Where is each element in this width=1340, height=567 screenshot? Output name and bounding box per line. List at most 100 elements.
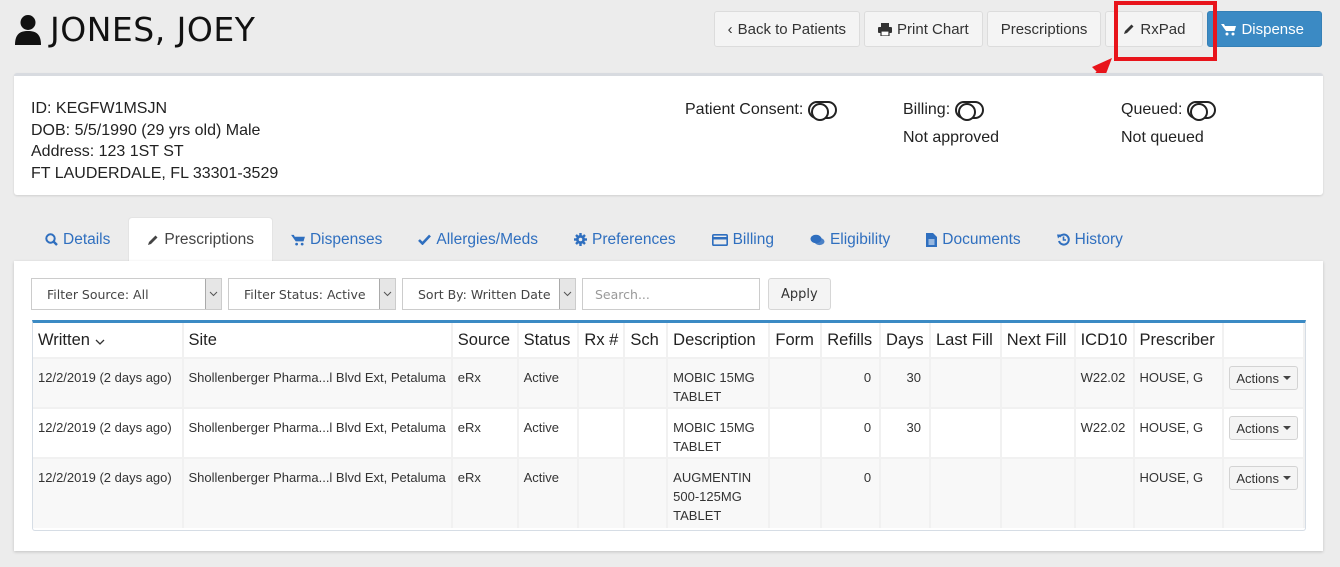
cell-icd10: W22.02 xyxy=(1074,407,1135,458)
cell-days: 30 xyxy=(880,357,931,408)
search-placeholder: Search... xyxy=(595,286,650,302)
cell-refills: 0 xyxy=(821,357,882,408)
column-header-form[interactable]: Form xyxy=(769,323,823,359)
pencil-icon xyxy=(147,234,159,246)
cell-form xyxy=(769,407,823,458)
patient-consent-section: Patient Consent: xyxy=(685,100,838,121)
tab-details-label: Details xyxy=(63,230,111,248)
queued-toggle[interactable] xyxy=(1187,101,1217,121)
cell-status: Active xyxy=(517,357,580,408)
cell-next-fill xyxy=(1000,357,1076,408)
comments-icon xyxy=(810,234,825,246)
billing-label: Billing: xyxy=(903,101,951,118)
search-input[interactable]: Search... xyxy=(582,278,760,310)
tab-allergies-meds[interactable]: Allergies/Meds xyxy=(400,217,556,262)
cell-status: Active xyxy=(517,407,580,458)
queued-label: Queued: xyxy=(1121,101,1183,118)
filter-bar: Filter Source: All Filter Status: Active… xyxy=(31,278,831,310)
tab-preferences-label: Preferences xyxy=(592,230,676,248)
patient-info-card: ID: KEGFW1MSJN DOB: 5/5/1990 (29 yrs old… xyxy=(14,73,1323,195)
cell-status: Active xyxy=(517,457,580,528)
cell-actions: Actions xyxy=(1223,357,1305,408)
column-header-next-fill[interactable]: Next Fill xyxy=(1000,323,1076,359)
cell-site: Shollenberger Pharma...l Blvd Ext, Petal… xyxy=(182,357,453,408)
chevron-down-icon xyxy=(559,279,575,309)
tab-details[interactable]: Details xyxy=(27,217,128,262)
tab-documents[interactable]: Documents xyxy=(908,217,1038,262)
dispense-button[interactable]: Dispense xyxy=(1207,11,1322,47)
tab-prescriptions[interactable]: Prescriptions xyxy=(128,217,273,262)
print-chart-button[interactable]: Print Chart xyxy=(864,11,983,47)
filter-status-select[interactable]: Filter Status: Active xyxy=(228,278,396,310)
sort-by-select[interactable]: Sort By: Written Date xyxy=(402,278,576,310)
cell-days xyxy=(880,457,931,528)
tab-preferences[interactable]: Preferences xyxy=(556,217,694,262)
column-header-last-fill[interactable]: Last Fill xyxy=(930,323,1002,359)
credit-card-icon xyxy=(711,233,728,246)
column-header-prescriber[interactable]: Prescriber xyxy=(1133,323,1225,359)
cell-description: AUGMENTIN 500-125MG TABLET xyxy=(667,457,771,528)
apply-button[interactable]: Apply xyxy=(768,278,831,310)
prescriptions-label: Prescriptions xyxy=(1000,20,1088,38)
filter-source-value: Filter Source: All xyxy=(47,286,149,302)
column-header-refills[interactable]: Refills xyxy=(821,323,882,359)
column-header-description[interactable]: Description xyxy=(667,323,771,359)
print-icon xyxy=(878,22,893,36)
file-icon xyxy=(926,232,938,247)
cell-next-fill xyxy=(1000,457,1076,528)
column-header-actions xyxy=(1223,323,1305,359)
back-to-patients-button[interactable]: ‹ Back to Patients xyxy=(713,11,861,47)
column-header-icd10[interactable]: ICD10 xyxy=(1074,323,1135,359)
cart-icon xyxy=(291,234,305,246)
cell-sch xyxy=(624,407,669,458)
actions-dropdown-button[interactable]: Actions xyxy=(1229,466,1298,490)
rxpad-button[interactable]: RxPad xyxy=(1105,11,1204,47)
print-chart-label: Print Chart xyxy=(897,20,969,38)
column-header-sch[interactable]: Sch xyxy=(624,323,669,359)
cell-next-fill xyxy=(1000,407,1076,458)
history-icon xyxy=(1056,233,1070,246)
tab-billing[interactable]: Billing xyxy=(694,217,792,262)
tab-history-label: History xyxy=(1074,230,1123,248)
filter-source-select[interactable]: Filter Source: All xyxy=(31,278,222,310)
cell-prescriber: HOUSE, G xyxy=(1133,457,1225,528)
tab-dispenses[interactable]: Dispenses xyxy=(273,217,400,262)
tab-eligibility[interactable]: Eligibility xyxy=(792,217,908,262)
back-to-patients-label: Back to Patients xyxy=(737,20,847,38)
cell-sch xyxy=(624,457,669,528)
table-row: 12/2/2019 (2 days ago) Shollenberger Pha… xyxy=(33,357,1305,408)
patient-tabs: Details Prescriptions Dispenses Allergie… xyxy=(27,217,1141,262)
column-header-days[interactable]: Days xyxy=(880,323,931,359)
tab-history[interactable]: History xyxy=(1039,217,1141,262)
billing-toggle[interactable] xyxy=(955,101,985,121)
cell-written: 12/2/2019 (2 days ago) xyxy=(33,457,184,528)
prescriptions-panel: Filter Source: All Filter Status: Active… xyxy=(14,261,1323,551)
prescriptions-table: Written Site Source Status Rx # Sch Desc… xyxy=(32,320,1306,531)
patient-consent-toggle[interactable] xyxy=(808,101,838,121)
cell-source: eRx xyxy=(451,357,519,408)
cell-last-fill xyxy=(930,357,1002,408)
column-header-rx-number[interactable]: Rx # xyxy=(578,323,626,359)
chevron-down-icon xyxy=(379,279,395,309)
tab-documents-label: Documents xyxy=(942,230,1021,248)
column-header-status[interactable]: Status xyxy=(517,323,580,359)
pencil-icon xyxy=(1123,23,1135,35)
actions-dropdown-button[interactable]: Actions xyxy=(1229,366,1298,390)
actions-dropdown-button[interactable]: Actions xyxy=(1229,416,1298,440)
tab-dispenses-label: Dispenses xyxy=(309,230,383,248)
column-header-written[interactable]: Written xyxy=(33,323,184,359)
patient-id: ID: KEGFW1MSJN xyxy=(31,100,168,117)
cell-form xyxy=(769,457,823,528)
prescriptions-button[interactable]: Prescriptions xyxy=(986,11,1102,47)
caret-down-icon xyxy=(1283,376,1291,380)
column-header-site[interactable]: Site xyxy=(182,323,453,359)
cell-description: MOBIC 15MG TABLET xyxy=(667,357,771,408)
cell-rx-number xyxy=(578,457,626,528)
billing-section: Billing: Not approved xyxy=(903,100,999,147)
cell-rx-number xyxy=(578,357,626,408)
tab-prescriptions-label: Prescriptions xyxy=(164,231,254,248)
sort-chevron-down-icon xyxy=(95,331,105,349)
page-header: JONES, JOEY ‹ Back to Patients Print Cha… xyxy=(0,0,1340,70)
billing-status: Not approved xyxy=(903,129,1000,146)
column-header-source[interactable]: Source xyxy=(451,323,519,359)
